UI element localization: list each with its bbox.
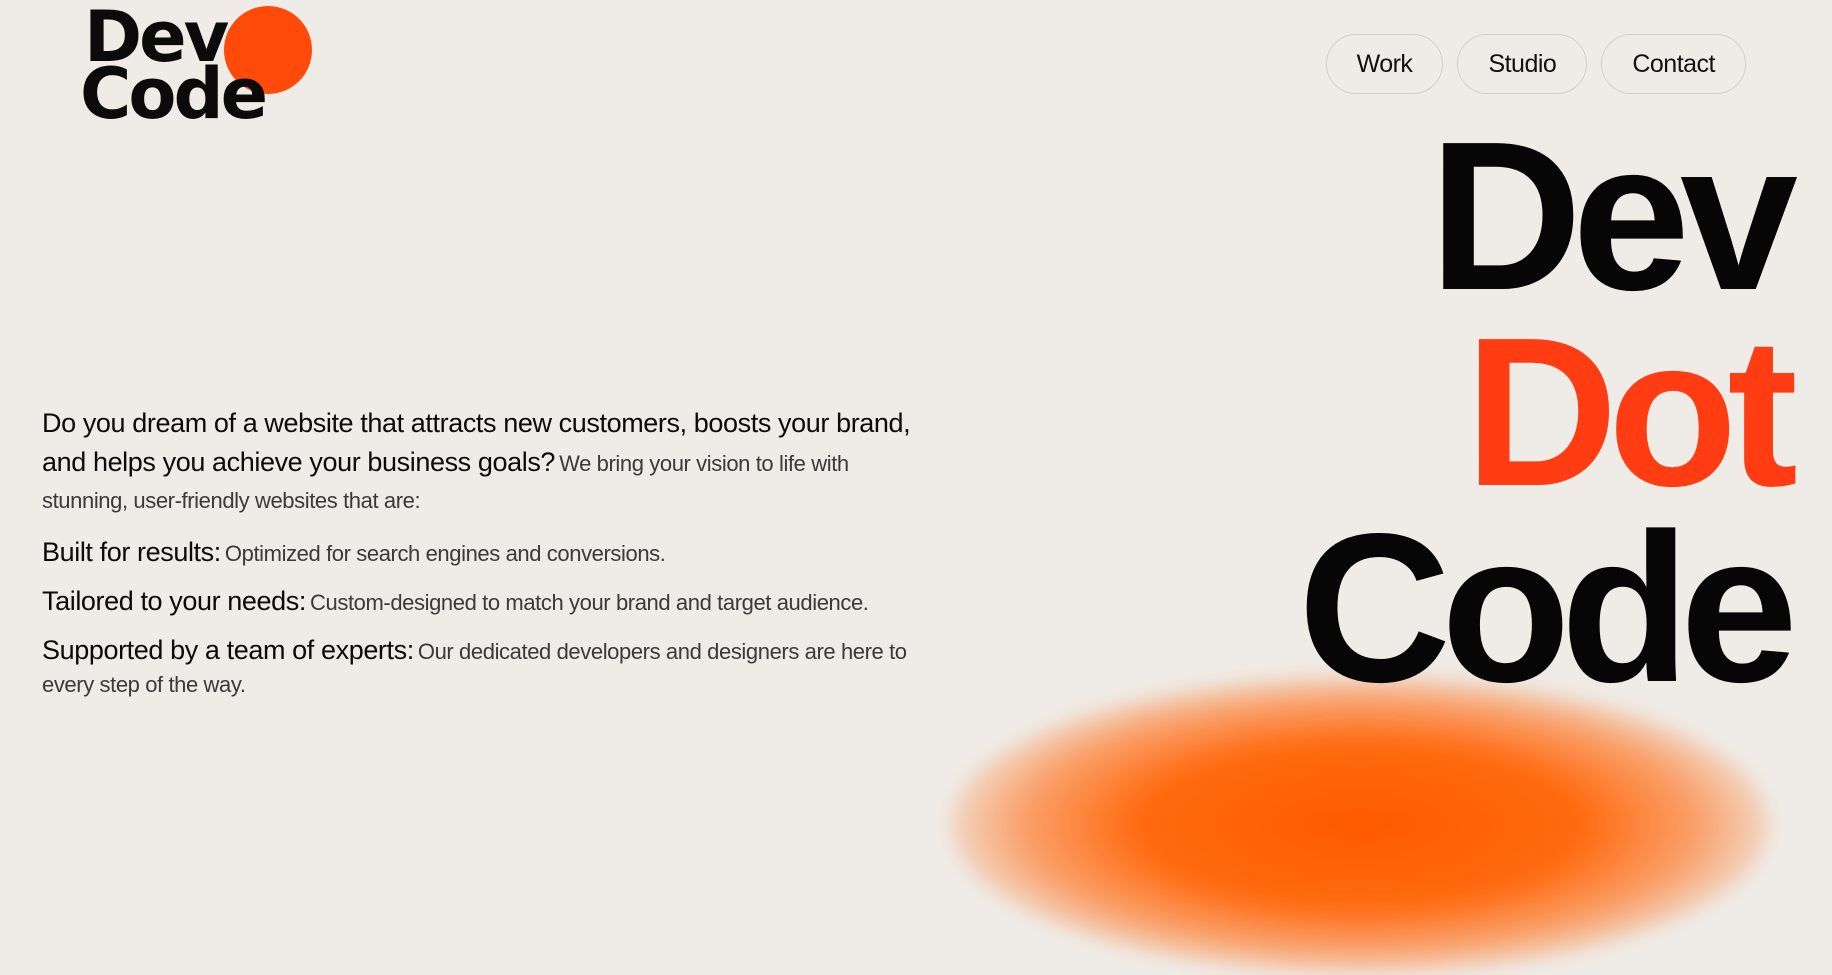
- logo-line-2: Code: [80, 53, 268, 135]
- benefit-lead: Supported by a team of experts:: [42, 635, 414, 665]
- nav-studio-button[interactable]: Studio: [1457, 34, 1588, 94]
- hero-word-code: Code: [1298, 489, 1798, 726]
- benefit-lead: Tailored to your needs:: [42, 586, 306, 616]
- hero-word-dot: Dot: [1464, 293, 1798, 530]
- nav-contact-button[interactable]: Contact: [1601, 34, 1746, 94]
- benefit-body: Custom-designed to match your brand and …: [310, 590, 869, 615]
- benefit-item: Built for results: Optimized for search …: [42, 537, 922, 572]
- benefit-item: Supported by a team of experts: Our dedi…: [42, 635, 922, 703]
- hero-title: Dev Dot Code: [1298, 97, 1798, 726]
- benefit-lead: Built for results:: [42, 537, 221, 567]
- benefit-body: Optimized for search engines and convers…: [224, 541, 666, 566]
- main-nav: Work Studio Contact: [1325, 34, 1746, 94]
- brand-logo[interactable]: Dev Code: [80, 2, 320, 132]
- intro-paragraph: Do you dream of a website that attracts …: [42, 406, 922, 521]
- benefit-item: Tailored to your needs: Custom-designed …: [42, 586, 922, 621]
- nav-work-button[interactable]: Work: [1325, 34, 1444, 94]
- hero-word-dev: Dev: [1429, 97, 1798, 334]
- intro-copy: Do you dream of a website that attracts …: [42, 406, 922, 717]
